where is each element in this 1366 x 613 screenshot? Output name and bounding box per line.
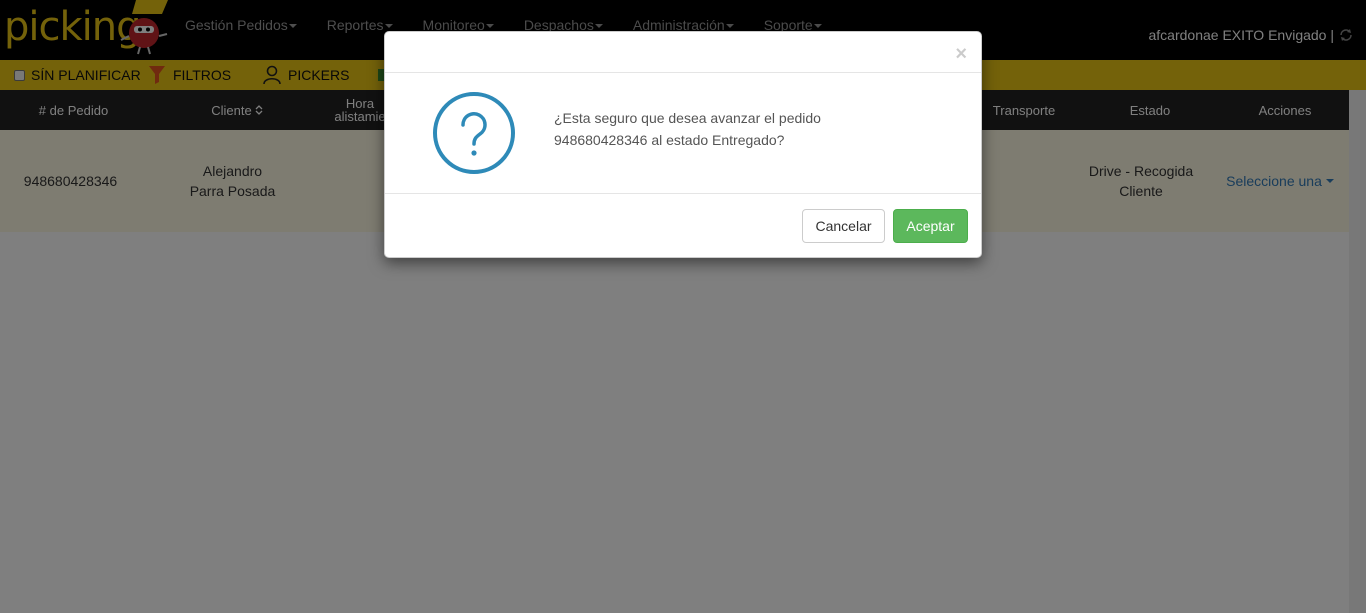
dialog-body: ¿Esta seguro que desea avanzar el pedido… — [385, 73, 981, 194]
cancel-button[interactable]: Cancelar — [802, 209, 885, 243]
dialog-message: ¿Esta seguro que desea avanzar el pedido… — [554, 107, 914, 151]
dialog-message-line1: ¿Esta seguro que desea avanzar el pedido — [554, 110, 821, 126]
dialog-header: × — [385, 32, 981, 73]
accept-button[interactable]: Aceptar — [893, 209, 968, 243]
dialog-message-line2: 948680428346 al estado Entregado? — [554, 132, 785, 148]
close-icon[interactable]: × — [955, 44, 967, 64]
question-icon — [433, 92, 515, 174]
confirm-dialog: × ¿Esta seguro que desea avanzar el pedi… — [384, 31, 982, 258]
dialog-footer: Cancelar Aceptar — [385, 194, 981, 259]
